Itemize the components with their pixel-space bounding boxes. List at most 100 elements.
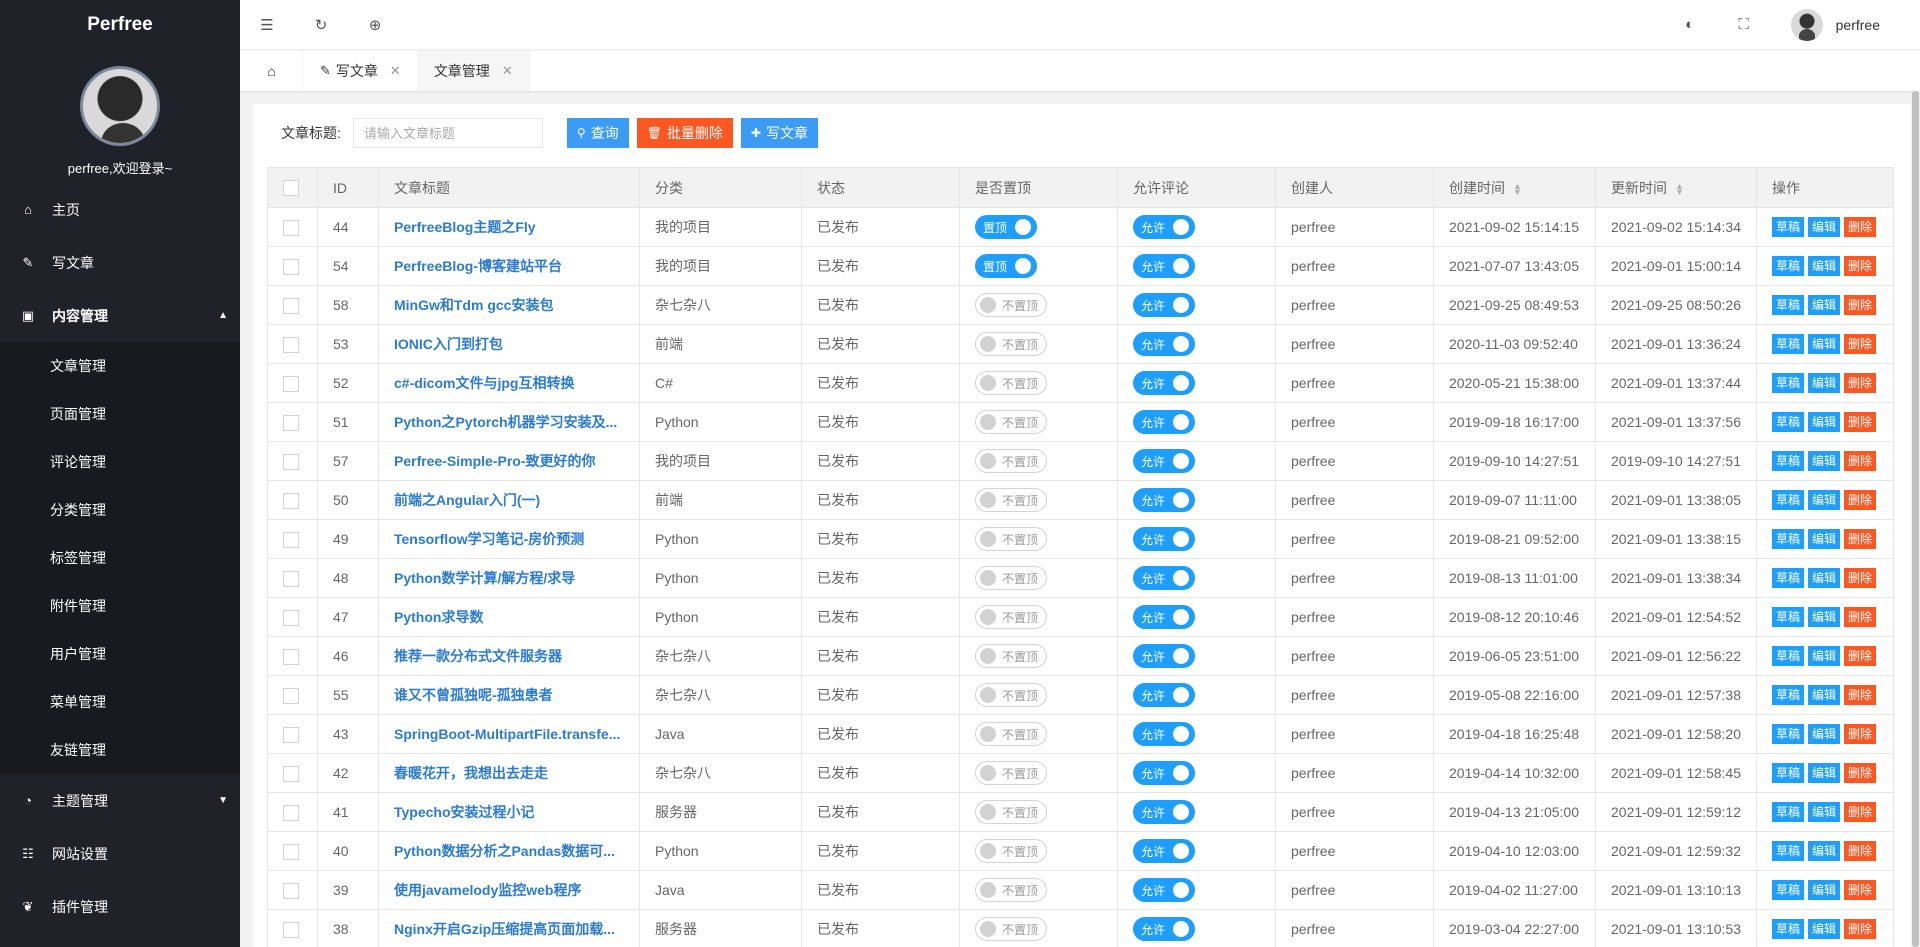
query-button[interactable]: ⚲ 查询	[566, 118, 629, 148]
scrollbar-thumb[interactable]	[1912, 91, 1919, 947]
draft-button[interactable]: 草稿	[1772, 256, 1805, 276]
submenu-item[interactable]: 友链管理	[0, 726, 240, 774]
edit-button[interactable]: 编辑	[1808, 412, 1841, 432]
cell-title[interactable]: 使用javamelody监控web程序	[378, 870, 640, 910]
draft-button[interactable]: 草稿	[1772, 334, 1805, 354]
delete-button[interactable]: 删除	[1844, 841, 1877, 861]
delete-button[interactable]: 删除	[1844, 763, 1877, 783]
comment-toggle[interactable]: 允许	[1133, 722, 1195, 746]
cell-title[interactable]: PerfreeBlog主题之Fly	[378, 207, 640, 247]
draft-button[interactable]: 草稿	[1772, 919, 1805, 939]
top-toggle[interactable]: 不置顶	[975, 878, 1048, 902]
select-all-checkbox[interactable]	[283, 180, 299, 197]
comment-toggle[interactable]: 允许	[1133, 878, 1195, 902]
cell-title[interactable]: 春暖花开，我想出去走走	[378, 753, 640, 793]
comment-toggle[interactable]: 允许	[1133, 566, 1195, 590]
row-checkbox[interactable]	[283, 219, 299, 236]
row-checkbox[interactable]	[283, 726, 299, 743]
top-toggle[interactable]: 置顶	[975, 215, 1037, 239]
comment-toggle[interactable]: 允许	[1133, 488, 1195, 512]
cell-title[interactable]: 谁又不曾孤独呢-孤独患者	[378, 675, 640, 715]
comment-toggle[interactable]: 允许	[1133, 644, 1195, 668]
row-checkbox[interactable]	[283, 375, 299, 392]
top-toggle[interactable]: 不置顶	[975, 644, 1048, 668]
submenu-item[interactable]: 附件管理	[0, 582, 240, 630]
top-toggle[interactable]: 不置顶	[975, 332, 1048, 356]
delete-button[interactable]: 删除	[1844, 373, 1877, 393]
comment-toggle[interactable]: 允许	[1133, 761, 1195, 785]
refresh-icon[interactable]: ↻	[294, 16, 348, 34]
comment-toggle[interactable]: 允许	[1133, 800, 1195, 824]
edit-button[interactable]: 编辑	[1808, 256, 1841, 276]
cell-title[interactable]: IONIC入门到打包	[378, 324, 640, 364]
draft-button[interactable]: 草稿	[1772, 490, 1805, 510]
delete-button[interactable]: 删除	[1844, 256, 1877, 276]
row-checkbox[interactable]	[283, 531, 299, 548]
delete-button[interactable]: 删除	[1844, 802, 1877, 822]
row-checkbox[interactable]	[283, 570, 299, 587]
sidebar-item[interactable]: ✎ 写文章	[0, 236, 240, 289]
row-checkbox[interactable]	[283, 336, 299, 353]
sidebar-item[interactable]: ❦ 插件管理	[0, 880, 240, 933]
row-checkbox[interactable]	[283, 882, 299, 899]
comment-toggle[interactable]: 允许	[1133, 605, 1195, 629]
comment-toggle[interactable]: 允许	[1133, 293, 1195, 317]
edit-button[interactable]: 编辑	[1808, 490, 1841, 510]
sort-icon[interactable]: ▲ ▼	[1675, 181, 1684, 196]
draft-button[interactable]: 草稿	[1772, 763, 1805, 783]
edit-button[interactable]: 编辑	[1808, 685, 1841, 705]
top-toggle[interactable]: 置顶	[975, 254, 1037, 278]
close-icon[interactable]: ✕	[390, 51, 401, 91]
draft-button[interactable]: 草稿	[1772, 373, 1805, 393]
fullscreen-icon[interactable]: ⛶	[1717, 16, 1771, 33]
tab-write-article[interactable]: ✎ 写文章 ✕	[304, 51, 418, 91]
submenu-item[interactable]: 分类管理	[0, 486, 240, 534]
edit-button[interactable]: 编辑	[1808, 646, 1841, 666]
cell-title[interactable]: PerfreeBlog-博客建站平台	[378, 246, 640, 286]
top-toggle[interactable]: 不置顶	[975, 371, 1048, 395]
sidebar-item[interactable]: ⌂ 主页	[0, 183, 240, 236]
top-toggle[interactable]: 不置顶	[975, 605, 1048, 629]
delete-button[interactable]: 删除	[1844, 217, 1877, 237]
draft-button[interactable]: 草稿	[1772, 685, 1805, 705]
cell-title[interactable]: SpringBoot-MultipartFile.transfe...	[378, 714, 640, 754]
comment-toggle[interactable]: 允许	[1133, 839, 1195, 863]
top-toggle[interactable]: 不置顶	[975, 917, 1048, 941]
cell-title[interactable]: Nginx开启Gzip压缩提高页面加载...	[378, 909, 640, 947]
cell-title[interactable]: Python之Pytorch机器学习安装及...	[378, 402, 640, 442]
row-checkbox[interactable]	[283, 297, 299, 314]
submenu-item[interactable]: 评论管理	[0, 438, 240, 486]
cell-title[interactable]: Python数据分析之Pandas数据可...	[378, 831, 640, 871]
top-toggle[interactable]: 不置顶	[975, 839, 1048, 863]
draft-button[interactable]: 草稿	[1772, 568, 1805, 588]
cell-title[interactable]: Tensorflow学习笔记-房价预测	[378, 519, 640, 559]
delete-button[interactable]: 删除	[1844, 490, 1877, 510]
draft-button[interactable]: 草稿	[1772, 529, 1805, 549]
theme-icon[interactable]: ◐	[1663, 16, 1717, 33]
edit-button[interactable]: 编辑	[1808, 529, 1841, 549]
comment-toggle[interactable]: 允许	[1133, 917, 1195, 941]
avatar[interactable]	[80, 66, 160, 146]
comment-toggle[interactable]: 允许	[1133, 215, 1195, 239]
delete-button[interactable]: 删除	[1844, 295, 1877, 315]
edit-button[interactable]: 编辑	[1808, 217, 1841, 237]
draft-button[interactable]: 草稿	[1772, 451, 1805, 471]
comment-toggle[interactable]: 允许	[1133, 449, 1195, 473]
edit-button[interactable]: 编辑	[1808, 919, 1841, 939]
top-toggle[interactable]: 不置顶	[975, 527, 1048, 551]
row-checkbox[interactable]	[283, 804, 299, 821]
delete-button[interactable]: 删除	[1844, 451, 1877, 471]
draft-button[interactable]: 草稿	[1772, 217, 1805, 237]
top-toggle[interactable]: 不置顶	[975, 683, 1048, 707]
row-checkbox[interactable]	[283, 492, 299, 509]
submenu-item[interactable]: 菜单管理	[0, 678, 240, 726]
delete-button[interactable]: 删除	[1844, 334, 1877, 354]
draft-button[interactable]: 草稿	[1772, 802, 1805, 822]
cell-title[interactable]: Python数学计算/解方程/求导	[378, 558, 640, 598]
top-toggle[interactable]: 不置顶	[975, 449, 1048, 473]
close-icon[interactable]: ✕	[502, 51, 513, 91]
comment-toggle[interactable]: 允许	[1133, 332, 1195, 356]
submenu-item[interactable]: 文章管理	[0, 342, 240, 390]
header-updated[interactable]: 更新时间 ▲ ▼	[1595, 167, 1757, 208]
cell-title[interactable]: c#-dicom文件与jpg互相转换	[378, 363, 640, 403]
